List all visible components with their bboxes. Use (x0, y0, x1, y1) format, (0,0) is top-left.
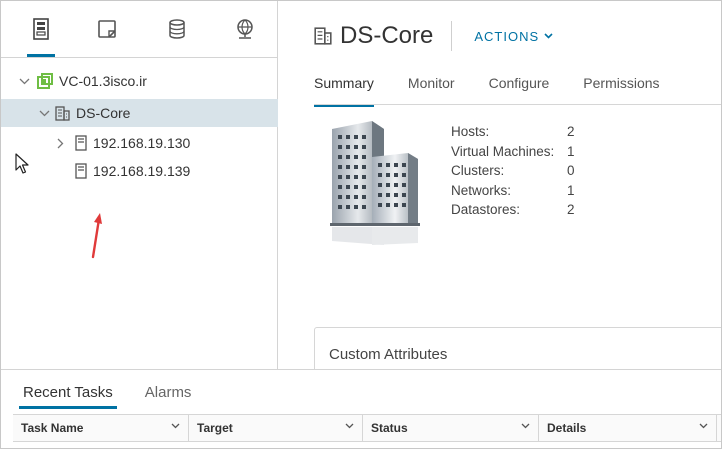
annotation-arrow-icon (89, 211, 105, 264)
stat-row-hosts: Hosts: 2 (451, 124, 575, 144)
tab-alarms[interactable]: Alarms (145, 384, 192, 401)
tree-node-label: 192.168.19.130 (93, 135, 191, 151)
header-divider (451, 21, 453, 51)
host-icon (75, 163, 87, 179)
stat-label: Networks: (451, 182, 512, 198)
datacenter-icon (314, 27, 332, 45)
chevron-down-icon[interactable] (521, 420, 530, 432)
stat-row-vms: Virtual Machines: 1 (451, 144, 575, 164)
object-tabs: Summary Monitor Configure Permissions (314, 75, 694, 107)
stat-row-networks: Networks: 1 (451, 183, 575, 203)
page-title: DS-Core (340, 22, 434, 49)
stat-label: Hosts: (451, 124, 490, 139)
hosts-clusters-icon[interactable] (27, 15, 55, 57)
stat-value: 0 (567, 163, 575, 178)
tab-permissions[interactable]: Permissions (583, 75, 659, 101)
chevron-down-icon (544, 31, 553, 42)
column-header-target[interactable]: Target (189, 415, 363, 441)
actions-menu-button[interactable]: ACTIONS (474, 29, 553, 44)
navigator-tabs (1, 1, 277, 58)
column-header-task-name[interactable]: Task Name (13, 415, 189, 441)
column-header-status[interactable]: Status (363, 415, 539, 441)
chevron-down-icon[interactable] (345, 420, 354, 432)
vcenter-icon (37, 73, 53, 89)
stat-value: 1 (567, 143, 575, 159)
chevron-down-icon[interactable] (699, 420, 708, 432)
column-label: Task Name (21, 421, 84, 435)
card-title: Custom Attributes (329, 346, 448, 363)
tasks-table-header: Task Name Target Status Details (13, 414, 721, 442)
vms-templates-icon[interactable] (93, 15, 121, 43)
tabs-divider (314, 104, 721, 105)
chevron-down-icon[interactable] (17, 74, 31, 88)
object-header: DS-Core ACTIONS (314, 19, 553, 53)
chevron-down-icon[interactable] (37, 106, 51, 120)
tree-node-label: 192.168.19.139 (93, 163, 191, 179)
chevron-down-icon[interactable] (171, 420, 180, 432)
summary-stats: Hosts: 2 Virtual Machines: 1 Clusters: 0 Ne… (451, 124, 575, 222)
vsphere-client-window: VC-01.3isco.ir DS-Core 192.168.19.130 19… (0, 0, 722, 449)
column-label: Status (371, 421, 408, 435)
tab-configure[interactable]: Configure (489, 75, 550, 101)
stat-row-clusters: Clusters: 0 (451, 163, 575, 183)
tab-monitor[interactable]: Monitor (408, 75, 455, 101)
inventory-navigator: VC-01.3isco.ir DS-Core 192.168.19.130 19… (1, 1, 311, 369)
stat-label: Datastores: (451, 202, 521, 217)
tree-node-vcenter[interactable]: VC-01.3isco.ir (1, 67, 291, 95)
tree-node-label: VC-01.3isco.ir (59, 73, 147, 89)
stat-row-datastores: Datastores: 2 (451, 202, 575, 222)
datacenter-illustration (328, 119, 420, 251)
stat-value: 2 (567, 202, 575, 217)
storage-icon[interactable] (163, 15, 191, 43)
actions-label: ACTIONS (474, 28, 540, 44)
stat-value: 1 (567, 182, 575, 198)
stat-value: 2 (567, 124, 575, 139)
bottom-tabs: Recent Tasks Alarms (19, 384, 223, 409)
column-label: Details (547, 421, 587, 435)
tab-recent-tasks[interactable]: Recent Tasks (19, 384, 117, 409)
mouse-pointer-icon (15, 153, 29, 180)
column-label: Target (197, 421, 233, 435)
host-icon (75, 135, 87, 151)
stat-label: Virtual Machines: (451, 143, 555, 159)
object-summary-panel: DS-Core ACTIONS Summary Monitor Configur… (278, 1, 721, 379)
datacenter-icon (55, 105, 70, 121)
chevron-right-icon[interactable] (53, 136, 67, 150)
tab-summary[interactable]: Summary (314, 75, 374, 107)
tree-node-datacenter[interactable]: DS-Core (1, 99, 311, 127)
stat-label: Clusters: (451, 163, 505, 178)
networking-icon[interactable] (231, 15, 259, 43)
tree-node-label: DS-Core (76, 105, 131, 121)
recent-tasks-panel: Recent Tasks Alarms Task Name Target Sta… (1, 369, 721, 448)
column-header-details[interactable]: Details (539, 415, 717, 441)
